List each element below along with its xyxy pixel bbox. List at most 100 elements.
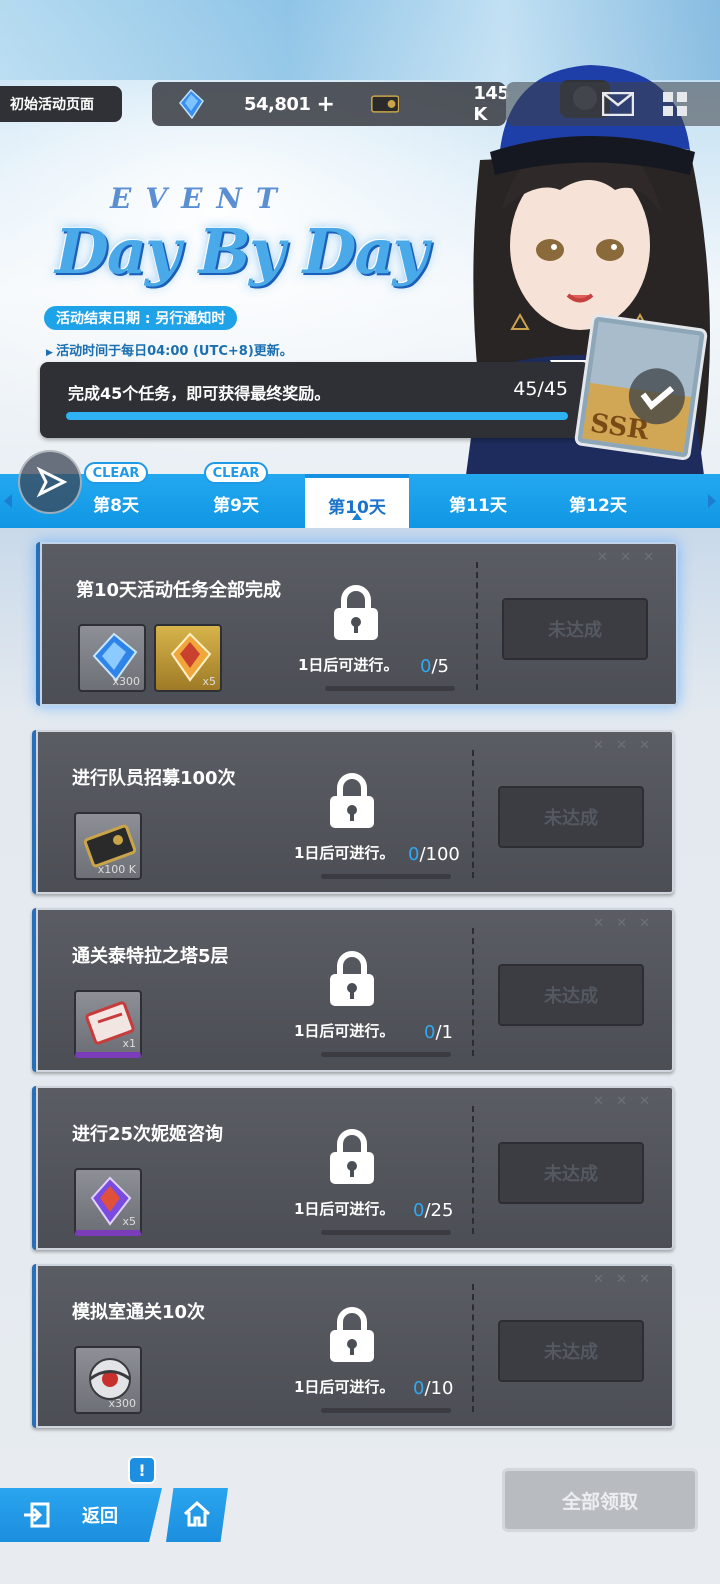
task-progress-current: 0: [413, 1200, 425, 1221]
clear-badge: CLEAR: [204, 462, 268, 484]
task-progress-track: [325, 686, 455, 691]
tab-day-10[interactable]: 第10天: [305, 474, 409, 528]
lock-icon: [330, 951, 374, 1006]
lock-icon: [330, 773, 374, 828]
resource-bar: 54,801 + 145 K: [152, 82, 510, 126]
reward-item[interactable]: x100 K: [74, 812, 142, 880]
ticket-icon: [370, 95, 400, 113]
task-card: ✕ ✕ ✕ 进行队员招募100次 x100 K 1日后可进行。 0/100 未达…: [32, 730, 674, 894]
task-title: 模拟室通关10次: [72, 1302, 206, 1323]
task-rewards: x5: [74, 1168, 142, 1236]
task-progress-total: /5: [431, 656, 449, 677]
crystal-resource[interactable]: 54,801 +: [152, 82, 335, 126]
task-card: ✕ ✕ ✕ 模拟室通关10次 x300 1日后可进行。 0/10 未达成: [32, 1264, 674, 1428]
clear-badge: CLEAR: [84, 462, 148, 484]
corner-decoration: ✕ ✕ ✕: [597, 550, 658, 565]
tab-label: 第11天: [449, 495, 507, 516]
task-rewards: x300 x5: [78, 624, 222, 692]
task-progress: 0/100: [408, 844, 460, 865]
task-progress-track: [321, 1408, 451, 1413]
reward-item[interactable]: x1: [74, 990, 142, 1058]
task-title: 进行队员招募100次: [72, 768, 236, 789]
back-button[interactable]: 返回: [0, 1488, 162, 1542]
task-progress: 0/10: [413, 1378, 453, 1399]
divider: [472, 750, 474, 878]
unlock-time-text: 1日后可进行。: [294, 1200, 395, 1218]
task-progress-current: 0: [420, 656, 432, 677]
bottom-bar: 返回 ! 全部领取: [0, 1448, 720, 1584]
divider: [476, 562, 478, 690]
reward-quantity: x5: [122, 1215, 136, 1228]
corner-decoration: ✕ ✕ ✕: [593, 916, 654, 931]
reward-quantity: x5: [202, 675, 216, 688]
unlock-time-text: 1日后可进行。: [294, 1022, 395, 1040]
menu-icon[interactable]: [662, 91, 688, 117]
reward-quantity: x100 K: [97, 863, 136, 876]
exit-icon: [24, 1502, 50, 1528]
tabs-left-arrow-icon[interactable]: [4, 494, 12, 508]
task-card: ✕ ✕ ✕ 进行25次妮姬咨询 x5 1日后可进行。 0/25 未达成: [32, 1086, 674, 1250]
initial-event-page-button[interactable]: 初始活动页面: [0, 86, 122, 122]
progress-track: [66, 412, 568, 420]
reward-item[interactable]: x300: [78, 624, 146, 692]
crystal-icon: [179, 89, 204, 119]
tab-day-11[interactable]: 第11天: [418, 474, 538, 528]
tab-day-12[interactable]: 第12天: [538, 474, 658, 528]
claim-button[interactable]: 未达成: [502, 598, 648, 660]
task-progress-total: /1: [435, 1022, 453, 1043]
task-title: 通关泰特拉之塔5层: [72, 946, 229, 967]
event-banner: 初始活动页面 54,801 + 145 K EVENT Day By Day 活…: [0, 0, 720, 530]
tab-label: 第12天: [569, 495, 627, 516]
task-progress-total: /25: [424, 1200, 454, 1221]
top-icon-bar: [506, 82, 720, 126]
task-progress-current: 0: [413, 1378, 425, 1399]
home-button[interactable]: [166, 1488, 228, 1542]
ticket-resource: 145 K: [335, 82, 517, 126]
unlock-time-text: 1日后可进行。: [298, 656, 399, 674]
claim-button[interactable]: 未达成: [498, 786, 644, 848]
reward-item[interactable]: x5: [74, 1168, 142, 1236]
final-reward-card[interactable]: SSR: [573, 312, 709, 461]
task-progress-track: [321, 1230, 451, 1235]
divider: [472, 928, 474, 1056]
end-date-badge: 活动结束日期 : 另行通知时: [44, 306, 238, 330]
progress-text: 完成45个任务，即可获得最终奖励。: [68, 384, 331, 403]
task-progress-total: /10: [424, 1378, 454, 1399]
reward-item[interactable]: x300: [74, 1346, 142, 1414]
task-progress: 0/25: [413, 1200, 453, 1221]
claim-all-button[interactable]: 全部领取: [502, 1468, 698, 1532]
day-tabs: CLEAR 第8天 CLEAR 第9天 第10天 第11天 第12天: [0, 462, 720, 528]
claim-button[interactable]: 未达成: [498, 1320, 644, 1382]
task-rewards: x1: [74, 990, 142, 1058]
active-tab-caret-icon: [352, 513, 362, 520]
lock-icon: [334, 585, 378, 640]
unlock-time-text: 1日后可进行。: [294, 1378, 395, 1396]
claim-button[interactable]: 未达成: [498, 964, 644, 1026]
tab-label: 第8天: [93, 495, 139, 516]
reward-quantity: x1: [122, 1037, 136, 1050]
task-title: 第10天活动任务全部完成: [76, 580, 282, 601]
tab-label: 第9天: [213, 495, 259, 516]
task-title: 进行25次妮姬咨询: [72, 1124, 224, 1145]
task-progress-total: /100: [419, 844, 460, 865]
corner-decoration: ✕ ✕ ✕: [593, 1094, 654, 1109]
task-progress: 0/1: [424, 1022, 453, 1043]
progress-count: 45/45: [513, 378, 568, 400]
task-card: ✕ ✕ ✕ 第10天活动任务全部完成 x300 x5 1日后可进行。 0/5 未…: [36, 542, 678, 706]
divider: [472, 1284, 474, 1412]
lock-icon: [330, 1307, 374, 1362]
event-word: EVENT: [110, 182, 291, 215]
divider: [472, 1106, 474, 1234]
crystal-amount: 54,801: [244, 93, 311, 115]
tabs-right-arrow-icon[interactable]: [708, 494, 716, 508]
story-play-button[interactable]: [18, 450, 82, 514]
claim-button[interactable]: 未达成: [498, 1142, 644, 1204]
tab-day-9[interactable]: CLEAR 第9天: [176, 462, 296, 528]
event-title: Day By Day: [55, 215, 429, 288]
update-note: 活动时间于每日04:00 (UTC+8)更新。: [46, 340, 293, 359]
reward-item[interactable]: x5: [154, 624, 222, 692]
task-list: ✕ ✕ ✕ 第10天活动任务全部完成 x300 x5 1日后可进行。 0/5 未…: [0, 528, 720, 1448]
lock-icon: [330, 1129, 374, 1184]
add-crystal-button[interactable]: +: [316, 92, 334, 117]
mail-icon[interactable]: [602, 92, 634, 116]
